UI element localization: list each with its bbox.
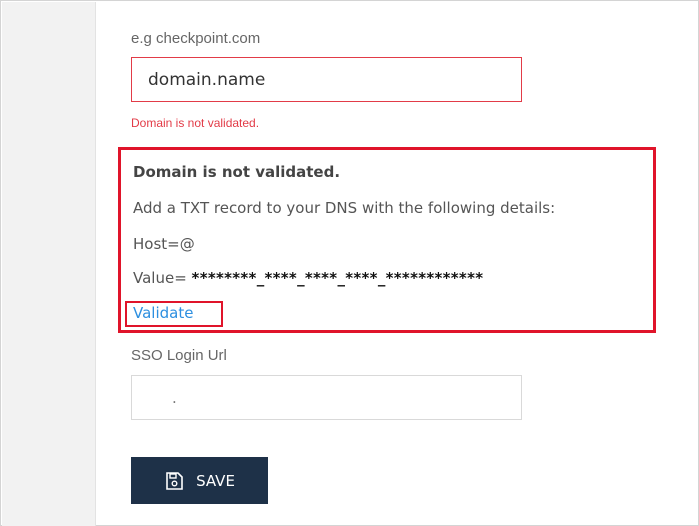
sso-login-url-input[interactable] xyxy=(131,375,522,420)
txt-host: Host=@ xyxy=(133,235,195,253)
save-button[interactable]: SAVE xyxy=(131,457,268,504)
save-icon xyxy=(164,471,184,491)
txt-value-label: Value= xyxy=(133,269,187,287)
txt-value-masked: ********_****_****_****_************ xyxy=(191,269,484,287)
domain-validation-box: Domain is not validated. Add a TXT recor… xyxy=(118,147,656,333)
save-button-label: SAVE xyxy=(196,471,235,490)
domain-input[interactable] xyxy=(131,57,522,102)
left-panel xyxy=(2,2,96,526)
validate-link[interactable]: Validate xyxy=(133,304,193,322)
settings-form: e.g checkpoint.com Domain is not validat… xyxy=(0,0,699,526)
validate-link-highlight: Validate xyxy=(125,301,223,327)
txt-value-row: Value= ********_****_****_****_*********… xyxy=(133,269,483,287)
validation-title: Domain is not validated. xyxy=(133,163,341,181)
domain-hint: e.g checkpoint.com xyxy=(131,30,261,47)
domain-error-text: Domain is not validated. xyxy=(131,116,260,130)
sso-login-url-label: SSO Login Url xyxy=(131,347,227,364)
validation-instruction: Add a TXT record to your DNS with the fo… xyxy=(133,199,556,217)
